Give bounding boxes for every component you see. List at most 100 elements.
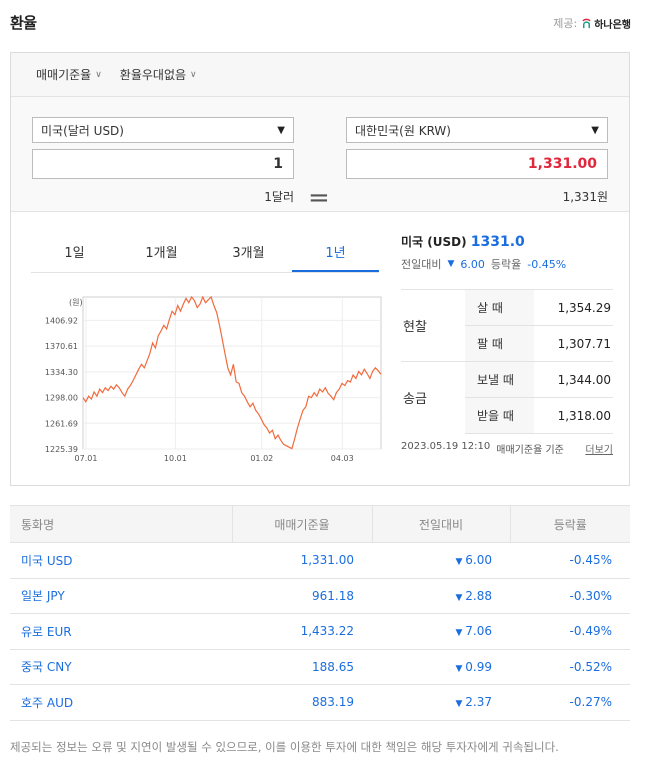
down-arrow-icon: ▼ [447, 259, 455, 269]
currency-list-table: 통화명 매매기준율 전일대비 등락률 미국 USD 1,331.00 ▼ 6.0… [10, 505, 630, 721]
from-currency-select[interactable]: 미국(달러 USD) ▼ [32, 117, 294, 143]
y-tick-label: 1334.30 [45, 368, 78, 377]
sell-cash-label: 팔 때 [465, 325, 535, 362]
chevron-down-icon: ∨ [190, 69, 197, 80]
down-arrow-icon: ▼ [455, 557, 466, 568]
hana-bank-logo: 하나은행 [581, 16, 631, 31]
y-tick-label: 1406.92 [45, 316, 78, 325]
currency-name-link[interactable]: 중국 CNY [10, 649, 232, 685]
to-currency-select[interactable]: 대한민국(원 KRW) ▼ [346, 117, 608, 143]
more-link[interactable]: 더보기 [585, 441, 613, 456]
table-row: 중국 CNY 188.65 ▼ 0.99 -0.52% [10, 649, 630, 685]
provider-label: 제공: [553, 17, 578, 30]
summary-rate: 1331.0 [470, 234, 525, 250]
change-value: 6.00 [460, 257, 485, 271]
table-row: 호주 AUD 883.19 ▼ 2.37 -0.27% [10, 684, 630, 721]
tab-1month[interactable]: 1개월 [118, 238, 205, 272]
pct-value: -0.45% [527, 257, 567, 271]
currency-name-link[interactable]: 호주 AUD [10, 684, 232, 721]
tab-3months[interactable]: 3개월 [205, 238, 292, 272]
x-tick-label: 07.01 [75, 454, 98, 463]
change-value: 6.00 [465, 553, 492, 568]
sell-cash-value: 1,307.71 [534, 325, 613, 362]
rate-basis-dropdown[interactable]: 매매기준율 ∨ [36, 66, 102, 83]
y-tick-label: 1261.69 [45, 419, 78, 428]
to-amount-input[interactable]: 1,331.00 [346, 149, 608, 179]
header-change: 전일대비 [371, 505, 510, 543]
change-cell: ▼ 0.99 [372, 649, 510, 685]
receive-label: 받을 때 [465, 397, 535, 434]
y-tick-label: 1370.61 [45, 342, 78, 351]
pct-cell: -0.49% [510, 613, 630, 650]
change-cell: ▼ 2.37 [372, 684, 510, 721]
table-row: 일본 JPY 961.18 ▼ 2.88 -0.30% [10, 578, 630, 614]
page-title: 환율 [10, 14, 37, 32]
header-pct: 등락률 [509, 505, 630, 543]
pct-cell: -0.52% [510, 649, 630, 685]
x-tick-label: 10.01 [164, 454, 187, 463]
equals-icon: = [308, 183, 330, 213]
tab-1year[interactable]: 1년 [292, 238, 379, 272]
rate-summary: 미국 (USD) 1331.0 전일대비 ▼ 6.00 등락율 -0.45% [401, 233, 613, 272]
preferential-rate-dropdown[interactable]: 환율우대없음 ∨ [120, 66, 197, 83]
remit-label: 송금 [401, 361, 465, 434]
down-arrow-icon: ▼ [455, 699, 466, 710]
header-currency: 통화명 [10, 505, 232, 543]
currency-converter: 미국(달러 USD) ▼ 1 1달러 = 대한민국(원 KRW) ▼ 1,331… [11, 97, 629, 213]
header-rate: 매매기준율 [231, 505, 372, 543]
currency-name-link[interactable]: 일본 JPY [10, 578, 232, 614]
chevron-down-icon: ▼ [277, 124, 285, 136]
summary-currency-label: 미국 (USD) [401, 235, 467, 249]
pct-cell: -0.30% [510, 578, 630, 614]
filter-bar: 매매기준율 ∨ 환율우대없음 ∨ [11, 53, 629, 97]
rate-cell: 883.19 [232, 684, 372, 721]
buy-cash-label: 살 때 [465, 289, 535, 326]
chevron-down-icon: ∨ [95, 69, 102, 80]
buy-cash-value: 1,354.29 [534, 289, 613, 326]
rate-footer: 2023.05.19 12:10 매매기준율 기준 더보기 [401, 441, 613, 456]
currency-name-link[interactable]: 유로 EUR [10, 613, 232, 650]
from-amount-input[interactable]: 1 [32, 149, 294, 179]
rate-chart: (원) 1406.92 1370.61 1334.30 1298.00 1261.69 12… [45, 295, 382, 463]
down-arrow-icon: ▼ [455, 592, 466, 603]
exchange-rate-panel: 매매기준율 ∨ 환율우대없음 ∨ 미국(달러 USD) ▼ 1 1달러 = 대한… [10, 52, 630, 486]
from-unit-text: 1달러 [264, 190, 294, 204]
tab-1day[interactable]: 1일 [31, 238, 118, 272]
change-value: 2.88 [465, 588, 492, 603]
receive-value: 1,318.00 [534, 397, 613, 434]
change-label: 전일대비 [401, 258, 442, 271]
pct-cell: -0.45% [510, 542, 630, 579]
y-tick-label: 1225.39 [45, 445, 78, 454]
cash-label: 현찰 [401, 289, 465, 362]
y-tick-label: 1298.00 [45, 394, 78, 403]
chevron-down-icon: ▼ [591, 124, 599, 136]
basis-text: 매매기준율 기준 [496, 445, 564, 456]
disclaimer-text: 제공되는 정보는 오류 및 지연이 발생될 수 있으므로, 이를 이용한 투자에… [10, 740, 559, 754]
rate-cell: 1,433.22 [232, 613, 372, 650]
pct-label: 등락율 [490, 258, 522, 271]
cash-remit-table: 현찰 살 때 1,354.29 팔 때 1,307.71 송금 보낼 때 1,3… [401, 289, 613, 434]
from-currency-value: 미국(달러 USD) [41, 123, 124, 138]
table-row: 미국 USD 1,331.00 ▼ 6.00 -0.45% [10, 542, 630, 579]
timestamp: 2023.05.19 12:10 [401, 441, 491, 452]
change-value: 0.99 [465, 659, 492, 674]
pct-cell: -0.27% [510, 684, 630, 721]
provider-name: 하나은행 [594, 19, 631, 31]
rate-basis-label: 매매기준율 [36, 68, 92, 82]
rate-cell: 188.65 [232, 649, 372, 685]
send-value: 1,344.00 [534, 361, 613, 398]
change-value: 7.06 [465, 624, 492, 639]
down-arrow-icon: ▼ [455, 663, 466, 674]
to-currency-value: 대한민국(원 KRW) [355, 123, 451, 138]
provider-info: 제공: 하나은행 [553, 15, 631, 31]
change-value: 2.37 [465, 695, 492, 710]
change-cell: ▼ 6.00 [372, 542, 510, 579]
change-cell: ▼ 2.88 [372, 578, 510, 614]
preferential-rate-label: 환율우대없음 [119, 68, 187, 82]
page-header: 환율 제공: 하나은행 [10, 12, 631, 36]
y-unit-label: (원) [69, 298, 83, 307]
currency-name-link[interactable]: 미국 USD [10, 542, 232, 579]
change-cell: ▼ 7.06 [372, 613, 510, 650]
x-tick-label: 04.03 [331, 454, 354, 463]
down-arrow-icon: ▼ [455, 628, 466, 639]
